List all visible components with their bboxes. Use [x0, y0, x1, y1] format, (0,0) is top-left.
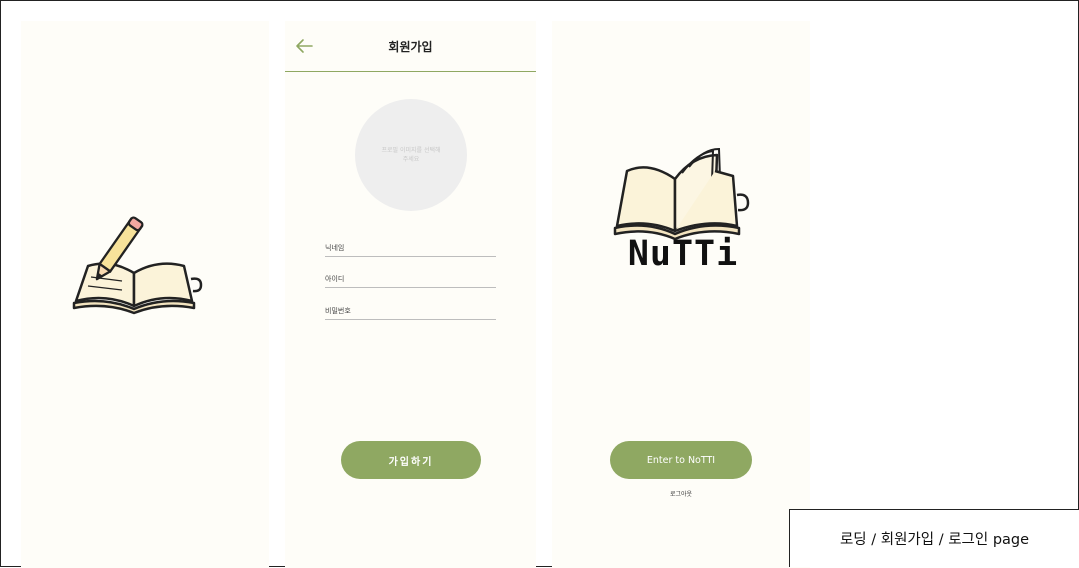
profile-image-placeholder: 프로필 이미지를 선택해주세요 — [381, 147, 441, 163]
home-screen: NuTTi Enter to NoTTI 로그아웃 — [552, 21, 810, 568]
page-caption: 로딩 / 회원가입 / 로그인 page — [789, 509, 1079, 567]
password-label: 비밀번호 — [325, 307, 351, 315]
enter-button[interactable]: Enter to NoTTI — [610, 441, 752, 479]
signup-header: 회원가입 — [285, 21, 536, 72]
id-field[interactable]: 아이디 — [325, 267, 496, 288]
loading-screen — [21, 21, 269, 568]
password-field[interactable]: 비밀번호 — [325, 299, 496, 320]
nickname-field[interactable]: 닉네임 — [325, 236, 496, 257]
canvas: 회원가입 프로필 이미지를 선택해주세요 닉네임 아이디 비밀번호 가입하기 N… — [0, 0, 1079, 568]
profile-image-picker[interactable]: 프로필 이미지를 선택해주세요 — [355, 99, 467, 211]
logout-link[interactable]: 로그아웃 — [552, 489, 810, 498]
open-book-icon — [613, 147, 750, 241]
app-logo-text: NuTTi — [627, 234, 739, 274]
join-button[interactable]: 가입하기 — [341, 441, 481, 479]
nickname-label: 닉네임 — [325, 244, 345, 252]
book-pencil-icon — [72, 216, 203, 315]
id-label: 아이디 — [325, 275, 345, 283]
signup-screen: 회원가입 프로필 이미지를 선택해주세요 닉네임 아이디 비밀번호 가입하기 — [285, 21, 536, 568]
page-title: 회원가입 — [388, 40, 433, 54]
